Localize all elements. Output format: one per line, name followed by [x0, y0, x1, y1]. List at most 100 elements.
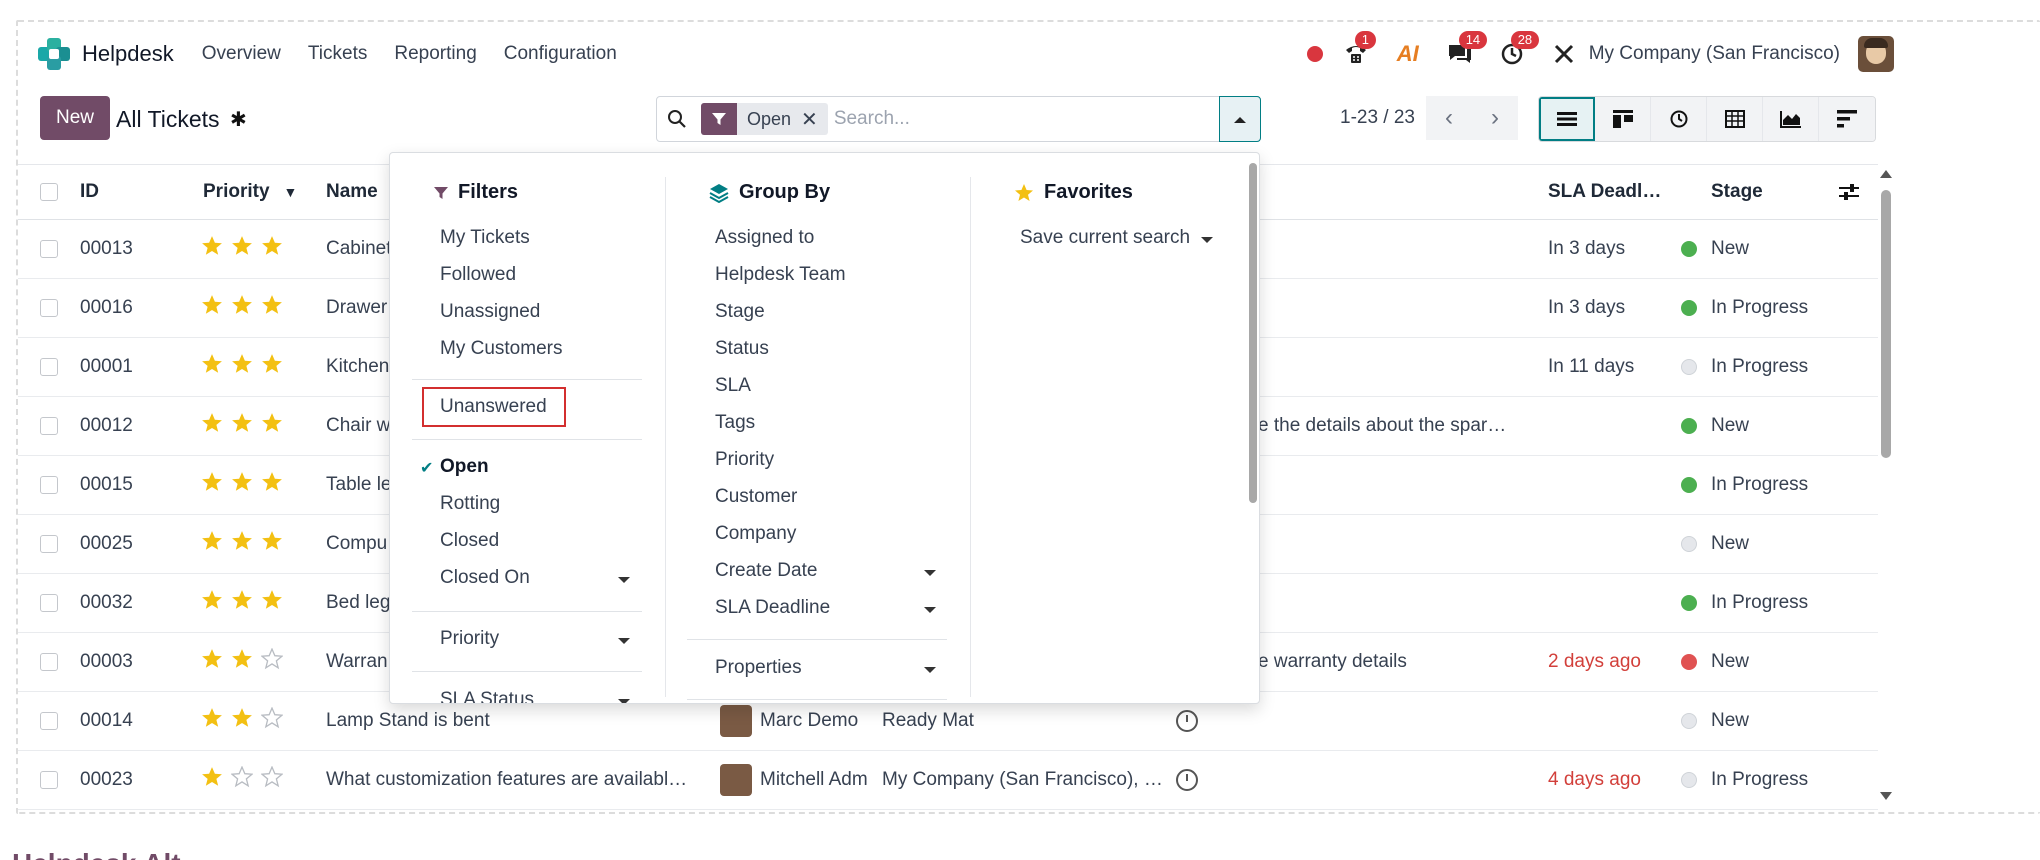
star-empty-icon[interactable] — [260, 765, 283, 794]
groupby-stage[interactable]: Stage — [715, 301, 765, 323]
row-checkbox[interactable] — [40, 751, 58, 809]
stage-status-dot[interactable] — [1681, 338, 1697, 396]
table-scrollbar[interactable] — [1878, 170, 1894, 800]
filter-followed[interactable]: Followed — [440, 264, 516, 286]
row-checkbox[interactable] — [40, 633, 58, 691]
app-name[interactable]: Helpdesk — [82, 41, 174, 67]
menu-tickets[interactable]: Tickets — [308, 43, 367, 65]
star-filled-icon[interactable] — [261, 235, 283, 263]
groupby-properties[interactable]: Properties — [715, 657, 802, 679]
stage-status-dot[interactable] — [1681, 397, 1697, 455]
row-checkbox[interactable] — [40, 279, 58, 337]
kanban-view-button[interactable] — [1595, 97, 1651, 141]
activities-clock-icon[interactable]: 28 — [1497, 31, 1540, 69]
star-filled-icon[interactable] — [201, 235, 223, 263]
header-name[interactable]: Name — [326, 165, 378, 219]
caret-down-icon[interactable] — [924, 570, 936, 576]
star-filled-icon[interactable] — [231, 294, 253, 322]
gear-icon[interactable]: ✱ — [230, 107, 247, 132]
company-switcher[interactable]: My Company (San Francisco) — [1589, 43, 1840, 65]
groupby-status[interactable]: Status — [715, 338, 769, 360]
priority-stars[interactable] — [201, 456, 283, 514]
row-checkbox[interactable] — [40, 692, 58, 750]
star-filled-icon[interactable] — [201, 294, 223, 322]
star-empty-icon[interactable] — [260, 647, 283, 676]
filter-open[interactable]: Open — [440, 456, 489, 478]
star-empty-icon[interactable] — [260, 706, 283, 735]
star-filled-icon[interactable] — [231, 648, 253, 676]
groupby-customer[interactable]: Customer — [715, 486, 797, 508]
priority-stars[interactable] — [201, 279, 283, 337]
filter-my-customers[interactable]: My Customers — [440, 338, 562, 360]
star-filled-icon[interactable] — [231, 235, 253, 263]
filter-rotting[interactable]: Rotting — [440, 493, 500, 515]
pager-next-button[interactable]: › — [1472, 96, 1518, 140]
header-stage[interactable]: Stage — [1711, 165, 1763, 219]
caret-down-icon[interactable] — [618, 638, 630, 644]
header-priority[interactable]: Priority ▼ — [203, 165, 297, 219]
remove-facet-close-icon[interactable]: ✕ — [801, 107, 828, 132]
save-current-search[interactable]: Save current search — [1020, 227, 1190, 249]
row-checkbox[interactable] — [40, 220, 58, 278]
menu-reporting[interactable]: Reporting — [394, 43, 476, 65]
row-checkbox[interactable] — [40, 574, 58, 632]
star-filled-icon[interactable] — [261, 353, 283, 381]
list-view-button[interactable] — [1539, 97, 1595, 141]
star-filled-icon[interactable] — [201, 648, 223, 676]
table-row[interactable]: 00023 What customization features are av… — [18, 751, 1878, 810]
priority-stars[interactable] — [201, 515, 283, 573]
pager-previous-button[interactable]: ‹ — [1426, 96, 1472, 140]
activity-phone-icon[interactable]: 1 — [1341, 31, 1376, 69]
activity-clock-icon[interactable] — [1176, 751, 1198, 809]
priority-stars[interactable] — [201, 220, 283, 278]
stage-status-dot[interactable] — [1681, 515, 1697, 573]
filter-my-tickets[interactable]: My Tickets — [440, 227, 530, 249]
groupby-tags[interactable]: Tags — [715, 412, 755, 434]
user-avatar[interactable] — [1858, 36, 1894, 72]
groupby-company[interactable]: Company — [715, 523, 796, 545]
stage-status-dot[interactable] — [1681, 279, 1697, 337]
helpdesk-logo-icon[interactable] — [38, 38, 70, 70]
priority-stars[interactable] — [201, 692, 283, 750]
star-filled-icon[interactable] — [201, 589, 223, 617]
dropdown-scrollbar[interactable] — [1248, 163, 1258, 695]
menu-overview[interactable]: Overview — [202, 43, 281, 65]
tools-icon[interactable] — [1549, 39, 1579, 69]
filter-priority[interactable]: Priority — [440, 628, 499, 650]
optional-columns-icon[interactable] — [1838, 165, 1860, 219]
new-ticket-button[interactable]: New — [40, 96, 110, 140]
activity-view-button[interactable] — [1651, 97, 1707, 141]
star-filled-icon[interactable] — [231, 353, 253, 381]
filter-closed-on[interactable]: Closed On — [440, 567, 530, 589]
caret-down-icon[interactable] — [1201, 237, 1213, 243]
menu-configuration[interactable]: Configuration — [504, 43, 617, 65]
caret-down-icon[interactable] — [924, 667, 936, 673]
priority-stars[interactable] — [201, 574, 283, 632]
star-filled-icon[interactable] — [201, 471, 223, 499]
ai-icon[interactable]: AI — [1393, 39, 1423, 69]
priority-stars[interactable] — [201, 397, 283, 455]
star-filled-icon[interactable] — [201, 412, 223, 440]
stage-status-dot[interactable] — [1681, 574, 1697, 632]
star-filled-icon[interactable] — [231, 707, 253, 735]
stage-status-dot[interactable] — [1681, 751, 1697, 809]
row-checkbox[interactable] — [40, 515, 58, 573]
star-filled-icon[interactable] — [201, 530, 223, 558]
select-all-checkbox[interactable] — [40, 165, 58, 219]
stage-status-dot[interactable] — [1681, 220, 1697, 278]
groupby-assigned-to[interactable]: Assigned to — [715, 227, 814, 249]
row-checkbox[interactable] — [40, 338, 58, 396]
gantt-view-button[interactable] — [1819, 97, 1875, 141]
star-filled-icon[interactable] — [231, 589, 253, 617]
row-checkbox[interactable] — [40, 456, 58, 514]
filter-unassigned[interactable]: Unassigned — [440, 301, 540, 323]
recording-dot-icon[interactable] — [1306, 46, 1323, 62]
graph-view-button[interactable] — [1763, 97, 1819, 141]
priority-stars[interactable] — [201, 751, 283, 809]
groupby-sla-deadline[interactable]: SLA Deadline — [715, 597, 830, 619]
filter-sla-status[interactable]: SLA Status — [440, 689, 534, 703]
filter-closed[interactable]: Closed — [440, 530, 499, 552]
groupby-create-date[interactable]: Create Date — [715, 560, 817, 582]
caret-down-icon[interactable] — [618, 577, 630, 583]
groupby-priority[interactable]: Priority — [715, 449, 774, 471]
